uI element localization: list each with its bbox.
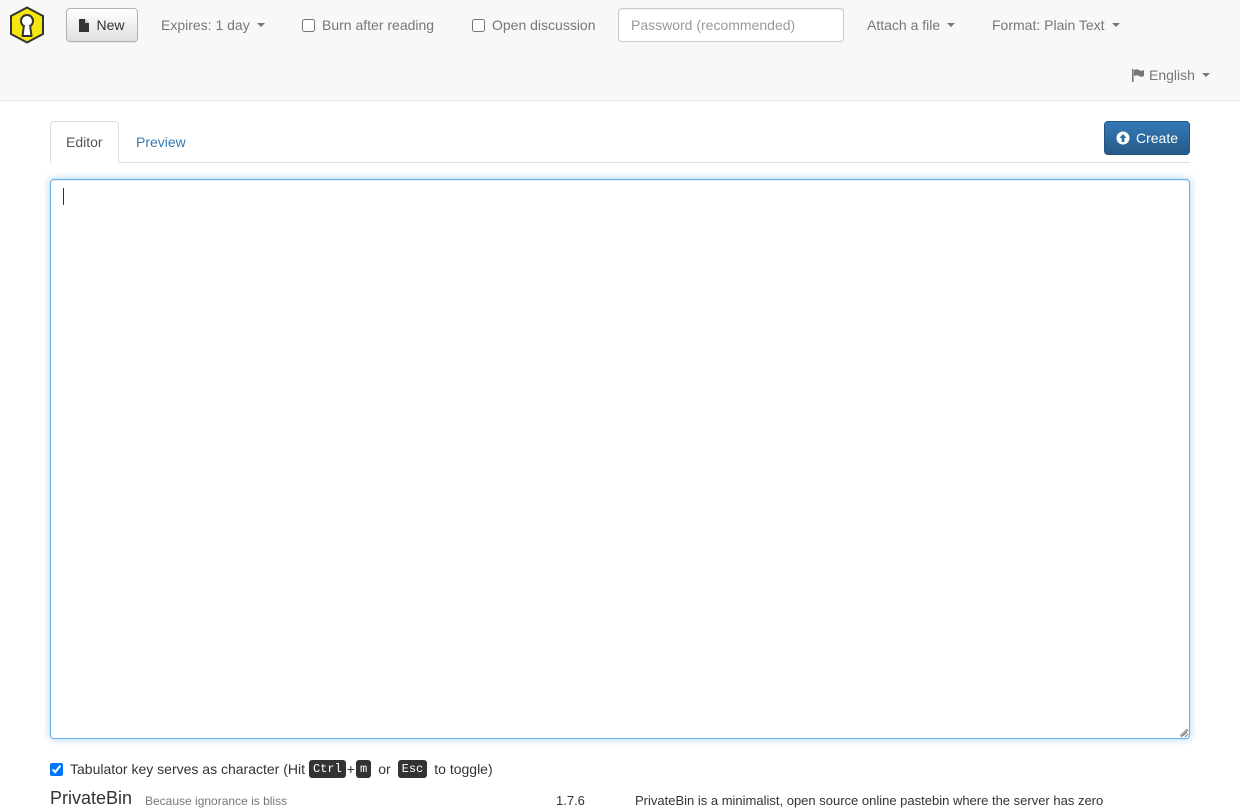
create-button-label: Create: [1135, 130, 1179, 146]
new-button[interactable]: New: [66, 8, 138, 42]
burn-after-reading-checkbox[interactable]: [302, 18, 315, 32]
resize-grip-icon[interactable]: [1178, 727, 1188, 737]
footer-tagline: Because ignorance is bliss: [145, 794, 288, 808]
tab-key-option: Tabulator key serves as character (Hit C…: [50, 758, 493, 780]
caret-down-icon: [1111, 23, 1120, 27]
tab-editor-label: Editor: [66, 134, 103, 150]
esc-key: Esc: [397, 760, 428, 778]
attach-file-dropdown[interactable]: Attach a file: [867, 0, 956, 50]
password-input[interactable]: [618, 8, 844, 42]
language-dropdown[interactable]: English: [1132, 50, 1210, 100]
expires-dropdown[interactable]: Expires: 1 day: [161, 0, 265, 50]
tabs-divider: [50, 162, 1190, 163]
create-button[interactable]: Create: [1104, 121, 1190, 155]
tab-preview[interactable]: Preview: [121, 121, 201, 163]
tab-key-checkbox[interactable]: [50, 762, 63, 776]
caret-down-icon: [256, 23, 265, 27]
tab-preview-label: Preview: [136, 134, 186, 150]
tab-key-text-after: to toggle): [434, 761, 493, 777]
format-dropdown[interactable]: Format: Plain Text: [992, 0, 1120, 50]
burn-after-reading-option[interactable]: Burn after reading: [302, 0, 434, 50]
expires-label: Expires: 1 day: [161, 17, 250, 33]
tab-key-shortcut: Ctrl + m: [308, 760, 372, 778]
footer-version: 1.7.6: [556, 793, 585, 808]
file-icon: [79, 18, 90, 32]
flag-icon: [1132, 68, 1144, 82]
paste-editor[interactable]: [50, 179, 1190, 739]
caret-down-icon: [1201, 73, 1210, 77]
ctrl-key: Ctrl: [308, 760, 346, 778]
open-discussion-checkbox[interactable]: [472, 18, 485, 32]
footer-brand[interactable]: PrivateBin: [50, 788, 132, 809]
upload-circle-icon: [1116, 131, 1130, 145]
burn-after-reading-label: Burn after reading: [322, 17, 435, 33]
caret-down-icon: [947, 23, 956, 27]
footer-about-text: PrivateBin is a minimalist, open source …: [635, 793, 1104, 808]
navbar: New Expires: 1 day Burn after reading Op…: [0, 0, 1240, 101]
m-key: m: [355, 760, 372, 778]
plus-sign: +: [346, 761, 355, 777]
or-text: or: [378, 761, 391, 777]
language-label: English: [1149, 67, 1195, 83]
tab-key-text-before: Tabulator key serves as character (Hit: [70, 761, 305, 777]
new-button-label: New: [96, 17, 125, 33]
format-label: Format: Plain Text: [992, 17, 1105, 33]
open-discussion-option[interactable]: Open discussion: [472, 0, 596, 50]
keyhole-logo-icon[interactable]: [9, 6, 45, 44]
attach-file-label: Attach a file: [867, 17, 941, 33]
text-cursor: [63, 188, 64, 205]
open-discussion-label: Open discussion: [492, 17, 596, 33]
tab-editor[interactable]: Editor: [50, 121, 119, 163]
